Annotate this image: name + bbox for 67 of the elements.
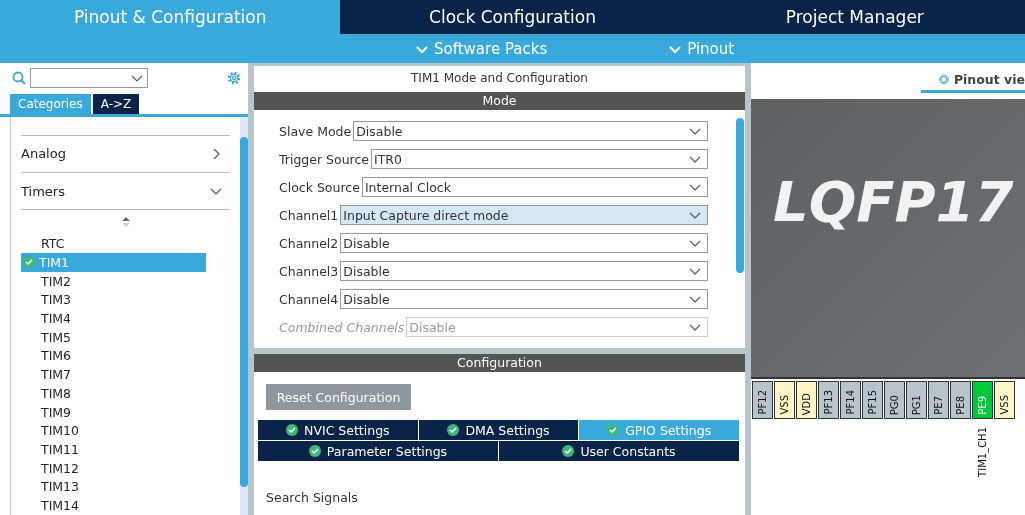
dropdown[interactable]: Disable <box>340 261 708 281</box>
pin[interactable]: PE7 <box>928 381 949 419</box>
settings-tab[interactable]: User Constants <box>499 441 739 461</box>
timer-item[interactable]: TIM5 <box>21 327 206 347</box>
timer-item[interactable]: TIM9 <box>21 402 206 422</box>
timer-item[interactable]: TIM2 <box>21 271 206 291</box>
dropdown[interactable]: Input Capture direct mode <box>340 205 708 225</box>
panel-title: TIM1 Mode and Configuration <box>410 70 589 87</box>
settings-tab[interactable]: Parameter Settings <box>258 441 498 461</box>
timer-item[interactable]: TIM4 <box>21 309 206 328</box>
dropdown[interactable]: ITR0 <box>371 149 708 169</box>
chip-package-label: LQFP17 <box>773 169 1014 234</box>
field-label: Clock Source <box>279 179 360 195</box>
search-label: Search Signals <box>265 489 359 505</box>
settings-icon[interactable] <box>226 70 242 86</box>
field-label: Channel3 <box>279 263 339 279</box>
timer-item[interactable]: TIM8 <box>21 384 206 403</box>
field-label: Trigger Source <box>279 151 369 167</box>
scrollbar-thumb[interactable] <box>736 118 744 273</box>
scrollbar-thumb[interactable] <box>240 137 248 487</box>
pin[interactable]: VDD <box>796 381 817 419</box>
section-header: Mode <box>254 92 745 110</box>
field-label: Combined Channels <box>279 319 405 335</box>
field-label: Channel1 <box>279 207 339 223</box>
pin[interactable]: VSS <box>994 381 1015 419</box>
field-label: Slave Mode <box>279 123 352 139</box>
check-icon <box>607 424 620 436</box>
check-icon <box>447 424 460 436</box>
dropdown[interactable]: Disable <box>353 121 708 141</box>
field-label: Channel4 <box>279 291 339 307</box>
check-icon <box>23 256 35 269</box>
timer-item[interactable]: TIM11 <box>21 440 206 459</box>
search-icon <box>12 71 26 85</box>
check-icon <box>308 445 321 457</box>
timer-item[interactable]: TIM14 <box>21 496 206 515</box>
timer-item[interactable]: TIM13 <box>21 477 206 497</box>
section-header: Configuration <box>254 354 745 372</box>
view-tab[interactable]: A->Z <box>92 94 140 114</box>
category-item[interactable]: Timers <box>21 173 230 211</box>
dropdown[interactable]: Disable <box>340 233 708 253</box>
pin[interactable]: PF12 <box>752 381 773 419</box>
pin[interactable]: PG0 <box>884 381 905 419</box>
pin-signal-label: TIM1_CH1 <box>977 427 988 477</box>
field-label: Channel2 <box>279 235 339 251</box>
check-icon <box>562 445 575 457</box>
timer-item[interactable]: TIM3 <box>21 290 206 310</box>
pinout-view-tab[interactable]: Pinout vie <box>921 70 1025 93</box>
pin[interactable]: PF14 <box>840 381 861 419</box>
timer-item[interactable]: TIM12 <box>21 458 206 478</box>
check-icon <box>286 424 299 436</box>
timer-item[interactable]: TIM10 <box>21 421 206 441</box>
timer-item[interactable]: TIM7 <box>21 365 206 384</box>
timer-item[interactable]: RTC <box>21 234 206 253</box>
settings-tab[interactable]: DMA Settings <box>418 420 579 440</box>
pin[interactable]: PG1 <box>906 381 927 419</box>
pin[interactable]: VSS <box>774 381 795 419</box>
dropdown[interactable]: Disable <box>340 289 708 309</box>
dropdown[interactable]: Internal Clock <box>361 177 708 197</box>
sort-icon[interactable] <box>120 216 131 229</box>
pin[interactable]: PF15 <box>862 381 883 419</box>
pin[interactable]: PF13 <box>818 381 839 419</box>
chip-icon <box>939 73 949 86</box>
timer-item[interactable]: TIM6 <box>21 346 206 366</box>
settings-tab[interactable]: NVIC Settings <box>258 420 418 440</box>
category-item[interactable]: Analog <box>21 135 230 174</box>
pin[interactable]: PE8 <box>950 381 971 419</box>
search-field[interactable] <box>30 68 148 88</box>
